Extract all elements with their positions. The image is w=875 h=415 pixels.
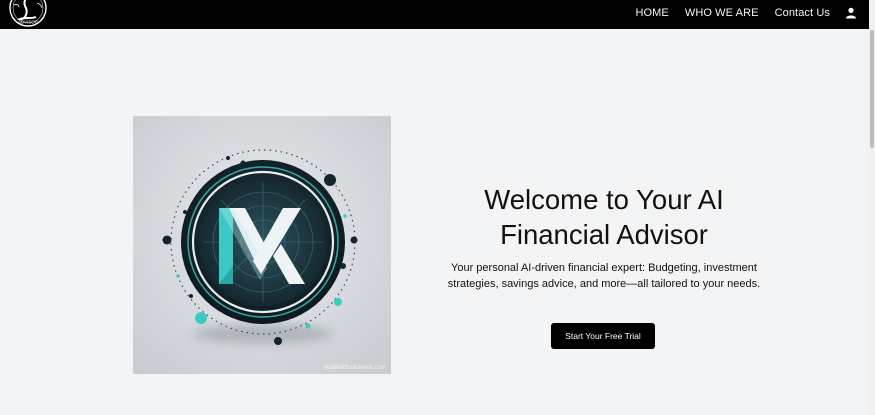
logo-emblem-icon: ADVISOR [9, 0, 47, 27]
hero-subtitle: Your personal AI-driven financial expert… [447, 262, 761, 290]
page-scrollbar[interactable] [869, 0, 875, 415]
nav-who-we-are[interactable]: WHO WE ARE [685, 7, 759, 19]
logo-text: ADVISOR [18, 20, 39, 25]
nav-contact-us[interactable]: Contact Us [775, 7, 830, 19]
ai-emblem-icon [162, 149, 358, 345]
start-free-trial-button[interactable]: Start Your Free Trial [551, 323, 655, 349]
logo[interactable]: ADVISOR [4, 0, 52, 30]
hero-text-block: Welcome to Your AI Financial Advisor You… [440, 182, 768, 292]
scrollbar-thumb[interactable] [870, 30, 874, 148]
hero-image: stablediffusionweb.com [133, 116, 391, 374]
hero-title: Welcome to Your AI Financial Advisor [484, 184, 724, 250]
nav-home[interactable]: HOME [635, 7, 668, 19]
user-icon[interactable] [845, 7, 857, 19]
nav-links: HOME WHO WE ARE Contact Us [619, 0, 857, 25]
image-watermark: stablediffusionweb.com [323, 365, 386, 371]
top-navbar: ADVISOR HOME WHO WE ARE Contact Us [0, 0, 869, 29]
